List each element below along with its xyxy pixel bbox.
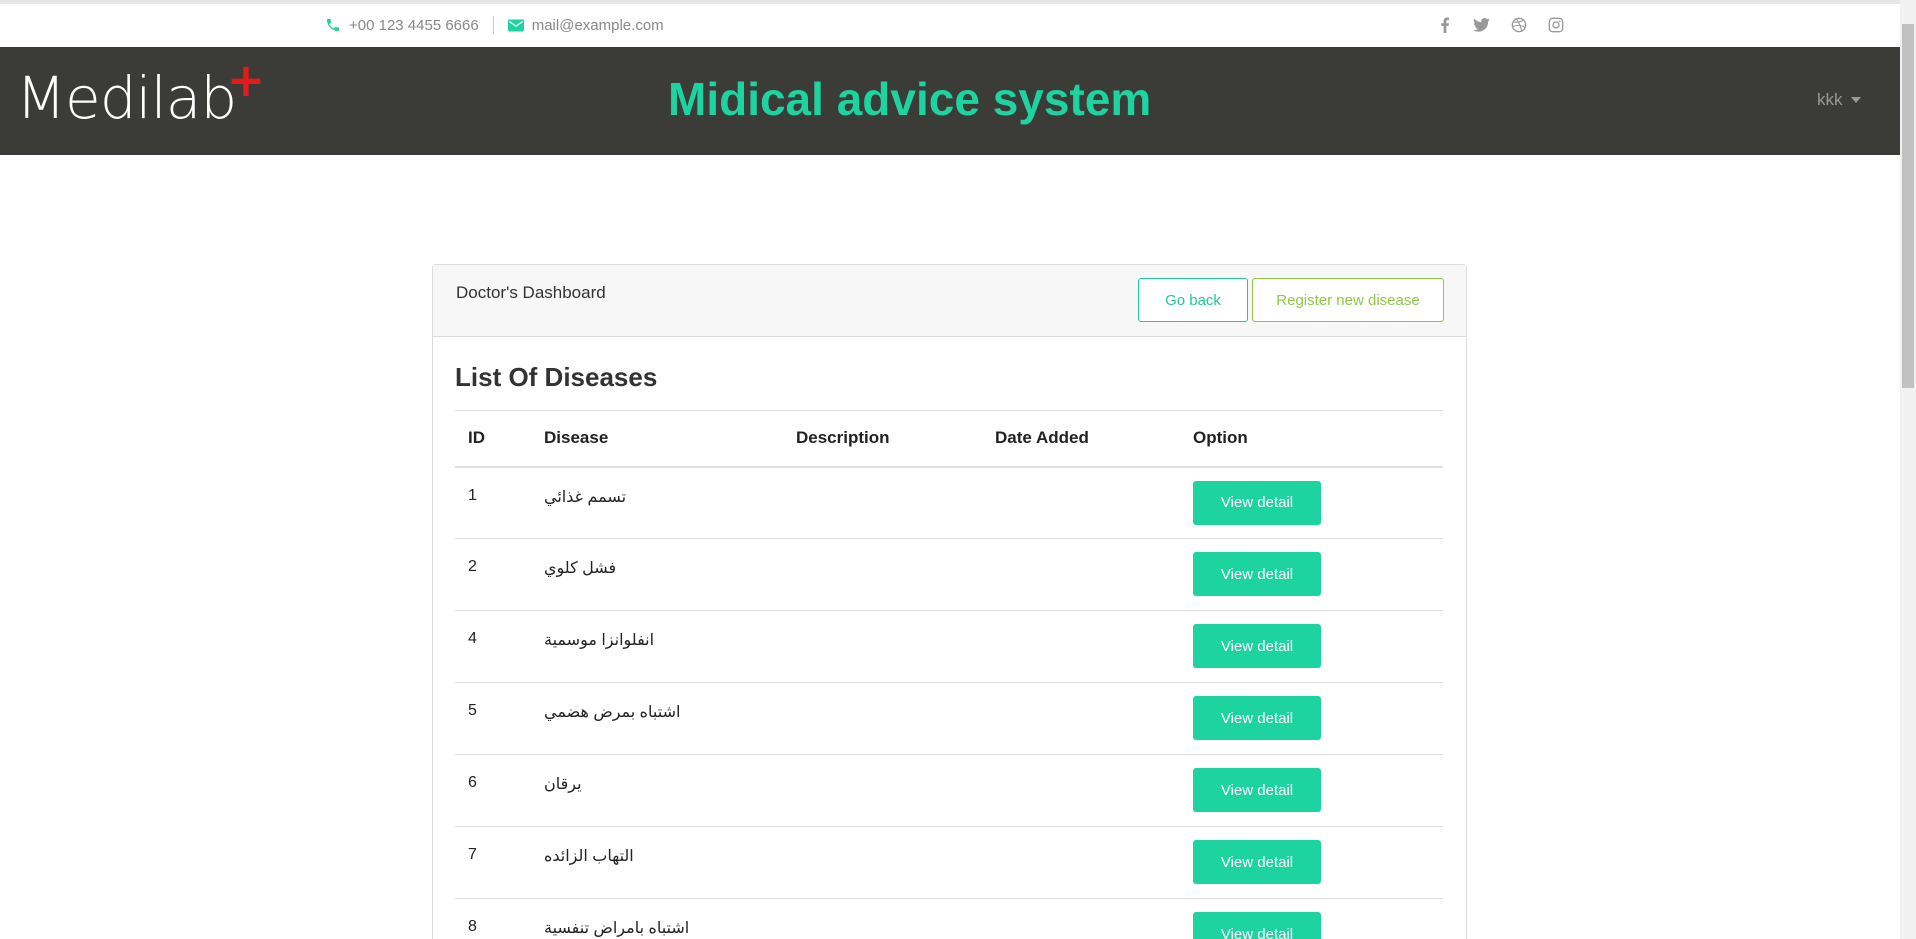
instagram-icon[interactable] [1547, 16, 1564, 33]
email-item[interactable]: mail@example.com [507, 17, 664, 34]
table-row: 7 التهاب الزائده View detail [455, 826, 1443, 899]
disease-name: اشتباه بمرض هضمي [544, 704, 681, 721]
facebook-icon[interactable] [1436, 16, 1453, 33]
cell-description [783, 538, 982, 611]
twitter-icon[interactable] [1473, 16, 1490, 33]
envelope-icon [507, 19, 524, 31]
card-header: Doctor's Dashboard Go back Register new … [433, 265, 1466, 337]
cell-description [783, 610, 982, 683]
view-detail-button[interactable]: View detail [1193, 552, 1321, 596]
card-body: List Of Diseases ID Disease Description … [433, 362, 1466, 939]
disease-name: فشل كلوي [544, 560, 617, 577]
list-title: List Of Diseases [455, 362, 658, 392]
cell-date [982, 538, 1180, 611]
cell-id: 4 [455, 610, 531, 683]
social-links [1436, 16, 1564, 33]
site-header: Medilab + Midical advice system kkk [0, 47, 1900, 155]
table-header-row: ID Disease Description Date Added Option [455, 410, 1443, 468]
top-info-bar: +00 123 4455 6666 mail@example.com [0, 0, 1900, 47]
cell-option: View detail [1180, 610, 1443, 683]
cell-option: View detail [1180, 826, 1443, 899]
disease-name: اشتباه بامراض تنفسية [544, 920, 690, 937]
table-row: 4 انفلوانزا موسمية View detail [455, 610, 1443, 683]
cell-disease: تسمم غذائي [531, 466, 783, 539]
cell-option: View detail [1180, 898, 1443, 939]
table-body: 1 تسمم غذائي View detail 2 فشل كلوي View… [455, 466, 1443, 939]
cell-disease: التهاب الزائده [531, 826, 783, 899]
disease-name: التهاب الزائده [544, 848, 634, 865]
phone-icon [327, 19, 339, 31]
view-detail-button[interactable]: View detail [1193, 480, 1321, 525]
dribbble-icon[interactable] [1510, 16, 1527, 33]
column-header-date-added: Date Added [982, 410, 1180, 468]
cell-disease: يرقان [531, 754, 783, 827]
column-header-description: Description [783, 410, 982, 468]
email-address[interactable]: mail@example.com [532, 17, 664, 34]
view-detail-button[interactable]: View detail [1193, 840, 1321, 884]
cell-description [783, 682, 982, 755]
logo-plus: + [226, 53, 266, 107]
view-detail-button[interactable]: View detail [1193, 768, 1321, 812]
logo-text: Medilab [16, 64, 237, 132]
cell-description [783, 754, 982, 827]
column-header-disease: Disease [531, 410, 783, 468]
cell-option: View detail [1180, 682, 1443, 755]
cell-id: 8 [455, 898, 531, 939]
username: kkk [1817, 90, 1843, 109]
view-detail-button[interactable]: View detail [1193, 912, 1321, 939]
diseases-table: ID Disease Description Date Added Option… [455, 410, 1443, 939]
cell-date [982, 826, 1180, 899]
user-dropdown[interactable]: kkk [1817, 90, 1861, 110]
column-header-option: Option [1180, 410, 1443, 468]
medilab-logo[interactable]: Medilab + [16, 57, 265, 127]
page-scrollbar[interactable] [1900, 0, 1916, 939]
cell-id: 2 [455, 538, 531, 611]
go-back-button[interactable]: Go back [1138, 278, 1248, 322]
cell-date [982, 610, 1180, 683]
cell-id: 6 [455, 754, 531, 827]
scrollbar-thumb[interactable] [1902, 24, 1914, 388]
divider [492, 16, 494, 34]
cell-option: View detail [1180, 538, 1443, 611]
table-row: 5 اشتباه بمرض هضمي View detail [455, 682, 1443, 755]
cell-id: 1 [455, 466, 531, 539]
dashboard-title: Doctor's Dashboard [456, 283, 606, 302]
table-row: 2 فشل كلوي View detail [455, 538, 1443, 611]
cell-disease: اشتباه بمرض هضمي [531, 682, 783, 755]
disease-name: انفلوانزا موسمية [544, 632, 655, 649]
cell-description [783, 466, 982, 539]
cell-date [982, 754, 1180, 827]
table-row: 6 يرقان View detail [455, 754, 1443, 827]
phone-number: +00 123 4455 6666 [349, 16, 479, 34]
site-title: Midical advice system [668, 73, 1152, 125]
view-detail-button[interactable]: View detail [1193, 696, 1321, 740]
view-detail-button[interactable]: View detail [1193, 624, 1321, 668]
cell-date [982, 466, 1180, 539]
cell-description [783, 826, 982, 899]
contact-info: +00 123 4455 6666 mail@example.com [325, 16, 664, 34]
chevron-down-icon [1850, 97, 1861, 103]
table-row: 8 اشتباه بامراض تنفسية View detail [455, 898, 1443, 939]
cell-option: View detail [1180, 754, 1443, 827]
cell-date [982, 898, 1180, 939]
cell-disease: انفلوانزا موسمية [531, 610, 783, 683]
table-row: 1 تسمم غذائي View detail [455, 466, 1443, 539]
cell-disease: فشل كلوي [531, 538, 783, 611]
column-header-id: ID [455, 410, 531, 468]
dashboard-card: Doctor's Dashboard Go back Register new … [432, 264, 1467, 939]
cell-description [783, 898, 982, 939]
cell-option: View detail [1180, 466, 1443, 539]
disease-name: يرقان [544, 776, 582, 793]
cell-id: 5 [455, 682, 531, 755]
phone-item: +00 123 4455 6666 [325, 17, 479, 34]
register-disease-button[interactable]: Register new disease [1252, 278, 1444, 322]
disease-name: تسمم غذائي [544, 488, 627, 506]
cell-date [982, 682, 1180, 755]
cell-disease: اشتباه بامراض تنفسية [531, 898, 783, 939]
cell-id: 7 [455, 826, 531, 899]
